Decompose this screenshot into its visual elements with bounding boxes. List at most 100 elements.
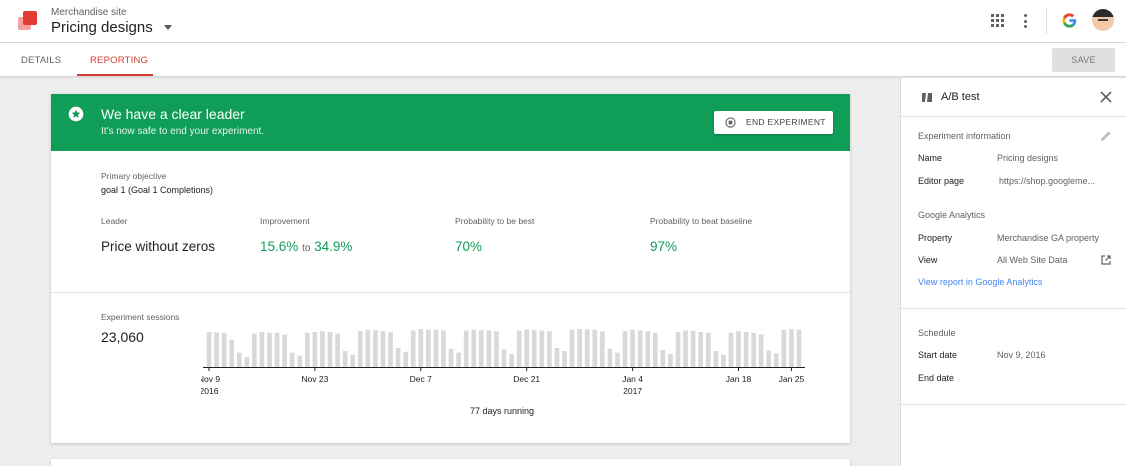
save-button[interactable]: SAVE — [1052, 48, 1115, 72]
session-bar — [403, 351, 409, 367]
name-value: Pricing designs — [997, 153, 1059, 163]
session-bar — [584, 329, 590, 367]
sessions-label: Experiment sessions — [101, 312, 180, 322]
session-bar — [509, 354, 514, 367]
container-selector[interactable]: Pricing designs — [51, 19, 153, 36]
x-tick-label: Jan 18 — [726, 374, 752, 384]
site-name: Merchandise site — [51, 7, 127, 18]
view-value: All Web Site Data — [997, 255, 1068, 265]
x-tick-label: Nov 23 — [301, 374, 328, 384]
session-bar — [494, 331, 499, 367]
session-bar — [789, 329, 794, 367]
stop-circle-icon — [725, 117, 736, 128]
session-bar — [259, 332, 265, 367]
avatar[interactable] — [1092, 9, 1114, 31]
session-bar — [524, 329, 530, 367]
more-vert-icon[interactable] — [1024, 14, 1028, 28]
sessions-value: 23,060 — [101, 329, 144, 345]
property-value: Merchandise GA property — [997, 233, 1100, 243]
session-bar — [622, 331, 628, 367]
session-bar — [342, 351, 348, 367]
session-bar — [327, 332, 333, 367]
view-key: View — [918, 255, 938, 265]
view-report-link[interactable]: View report in Google Analytics — [918, 277, 1042, 287]
session-bar — [252, 333, 257, 367]
info-section-title: Experiment information — [918, 131, 1011, 141]
session-bar — [773, 353, 779, 367]
chevron-down-icon[interactable] — [164, 25, 172, 30]
session-bar — [599, 331, 605, 367]
property-key: Property — [918, 233, 953, 243]
session-bar — [236, 352, 242, 367]
session-bar — [501, 349, 507, 367]
panel-divider — [901, 308, 1126, 309]
session-bar — [282, 334, 287, 367]
days-running: 77 days running — [469, 406, 535, 416]
improvement-to: to — [302, 243, 311, 254]
session-bar — [335, 333, 340, 367]
session-bar — [448, 348, 454, 367]
session-bar — [289, 352, 295, 367]
session-bar — [615, 352, 620, 367]
session-bar — [229, 339, 235, 367]
leader-banner: We have a clear leader It's now safe to … — [51, 94, 850, 151]
x-tick-label: Nov 9 — [201, 374, 220, 384]
close-icon[interactable] — [1100, 91, 1112, 103]
session-bar — [758, 334, 764, 367]
session-bar — [577, 329, 582, 367]
session-bar — [486, 330, 492, 367]
session-bar — [539, 330, 545, 367]
session-bar — [418, 329, 424, 367]
leader-value: Price without zeros — [101, 239, 216, 254]
session-bar — [645, 331, 651, 367]
session-bar — [304, 332, 310, 367]
session-bar — [675, 332, 681, 367]
x-tick-label: Jan 4 — [622, 374, 643, 384]
prob-best-value: 70% — [455, 239, 483, 254]
session-bar — [592, 329, 598, 367]
schedule-section-title: Schedule — [918, 328, 956, 338]
end-experiment-button[interactable]: END EXPERIMENT — [714, 111, 833, 134]
session-bar — [380, 330, 386, 367]
session-bar — [743, 332, 749, 367]
session-bar — [683, 330, 688, 367]
improvement-value: 15.6% to 34.9% — [260, 239, 352, 254]
session-bar — [713, 351, 719, 367]
session-bar — [668, 353, 673, 367]
session-bar — [267, 332, 272, 367]
improvement-high: 34.9% — [314, 239, 353, 254]
edit-icon[interactable] — [1100, 130, 1112, 142]
session-bar — [471, 329, 477, 367]
session-bar — [547, 331, 552, 367]
apps-grid-icon[interactable] — [991, 14, 1004, 27]
banner-subtitle: It's now safe to end your experiment. — [101, 126, 265, 137]
editor-value: https://shop.googleme... — [999, 176, 1096, 186]
objective-label: Primary objective — [101, 171, 167, 181]
session-bar — [410, 330, 416, 367]
star-circle-icon — [68, 106, 84, 122]
session-bar — [698, 332, 704, 367]
x-tick-year: 2017 — [623, 386, 642, 396]
tab-reporting[interactable]: REPORTING — [90, 55, 148, 66]
session-bar — [395, 348, 401, 367]
session-bar — [751, 332, 756, 367]
x-tick-year: 2016 — [201, 386, 219, 396]
end-experiment-label: END EXPERIMENT — [746, 117, 826, 127]
editor-key: Editor page — [918, 176, 965, 186]
session-bar — [312, 332, 318, 367]
session-bar — [373, 330, 378, 367]
start-date-key: Start date — [918, 350, 958, 360]
panel-title: A/B test — [941, 91, 980, 103]
session-bar — [456, 352, 461, 367]
open-in-new-icon[interactable] — [1101, 255, 1111, 265]
session-bar — [478, 330, 484, 367]
session-bar — [365, 329, 371, 367]
session-bar — [796, 329, 802, 367]
panel-divider — [901, 404, 1126, 405]
prob-best-label: Probability to be best — [455, 216, 535, 226]
session-bar — [388, 332, 393, 367]
section-divider — [51, 292, 850, 293]
panel-divider — [901, 116, 1126, 117]
session-bar — [554, 348, 560, 367]
tab-details[interactable]: DETAILS — [21, 55, 61, 66]
